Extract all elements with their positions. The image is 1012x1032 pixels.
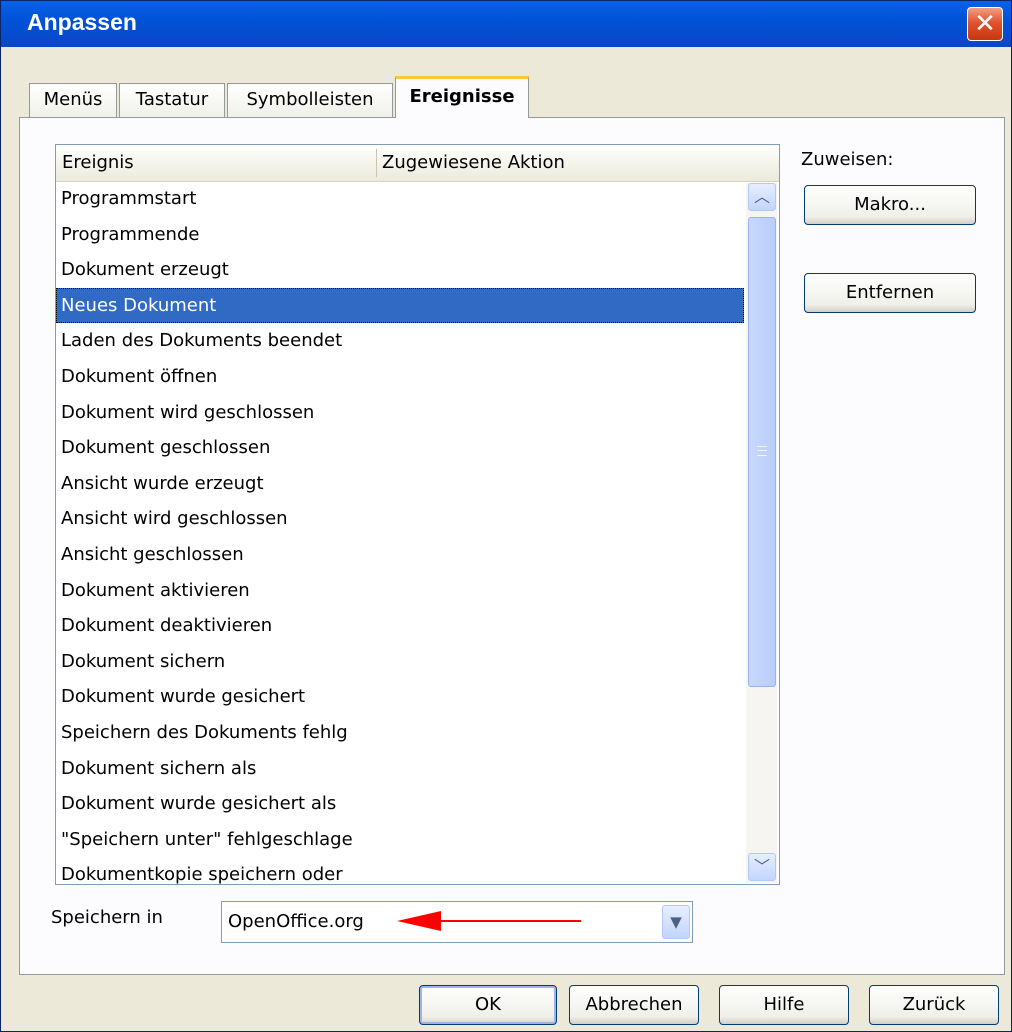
title-bar[interactable]: Anpassen ✕ (1, 1, 1011, 47)
help-button[interactable]: Hilfe (719, 985, 849, 1025)
list-item[interactable]: Dokument erzeugt (56, 252, 744, 288)
list-item[interactable]: Dokument wurde gesichert als (56, 786, 744, 822)
event-rows: Programmstart Programmende Dokument erze… (56, 181, 744, 884)
grip-icon (757, 446, 767, 456)
list-item[interactable]: Speichern des Dokuments fehlg (56, 715, 744, 751)
customize-dialog: Anpassen ✕ Menüs Tastatur Symbolleisten … (0, 0, 1012, 1032)
tab-toolbars[interactable]: Symbolleisten (227, 83, 393, 117)
ok-button[interactable]: OK (419, 985, 557, 1025)
list-item[interactable]: Dokument öffnen (56, 359, 744, 395)
assign-label: Zuweisen: (801, 149, 894, 170)
list-item[interactable]: Dokument sichern (56, 644, 744, 680)
list-item[interactable]: "Speichern unter" fehlgeschlage (56, 822, 744, 858)
list-item[interactable]: Dokument wurde gesichert (56, 679, 744, 715)
chevron-down-icon[interactable]: ▼ (662, 905, 690, 939)
close-icon: ✕ (974, 9, 996, 39)
list-item[interactable]: Dokument wird geschlossen (56, 395, 744, 431)
column-divider (376, 149, 377, 177)
list-item[interactable]: Dokumentkopie speichern oder (56, 857, 744, 884)
list-item[interactable]: Ansicht wurde erzeugt (56, 466, 744, 502)
close-button[interactable]: ✕ (967, 7, 1003, 41)
tab-events[interactable]: Ereignisse (395, 76, 529, 118)
list-item[interactable]: Programmstart (56, 181, 744, 217)
column-header-assigned-action[interactable]: Zugewiesene Aktion (382, 145, 565, 181)
save-in-label: Speichern in (51, 907, 163, 928)
save-in-value: OpenOffice.org (228, 911, 364, 932)
list-item[interactable]: Dokument sichern als (56, 751, 744, 787)
chevron-up-icon: ︿ (753, 187, 770, 206)
list-item-selected[interactable]: Neues Dokument (56, 287, 744, 324)
list-item[interactable]: Ansicht geschlossen (56, 537, 744, 573)
chevron-down-icon: ﹀ (753, 857, 770, 876)
list-item[interactable]: Laden des Dokuments beendet (56, 323, 744, 359)
tab-keyboard[interactable]: Tastatur (119, 83, 225, 117)
list-item[interactable]: Dokument deaktivieren (56, 608, 744, 644)
reset-button[interactable]: Zurück (869, 985, 999, 1025)
scroll-down-button[interactable]: ﹀ (748, 853, 776, 881)
remove-button[interactable]: Entfernen (804, 273, 976, 313)
window-title: Anpassen (27, 9, 137, 35)
column-header-event[interactable]: Ereignis (62, 145, 134, 181)
list-item[interactable]: Dokument geschlossen (56, 430, 744, 466)
scroll-thumb[interactable] (748, 217, 776, 687)
macro-button[interactable]: Makro... (804, 185, 976, 225)
list-item[interactable]: Dokument aktivieren (56, 573, 744, 609)
list-item[interactable]: Programmende (56, 217, 744, 253)
cancel-button[interactable]: Abbrechen (569, 985, 699, 1025)
annotation-arrow (397, 911, 581, 931)
vertical-scrollbar[interactable]: ︿ ﹀ (746, 183, 777, 883)
tab-menus[interactable]: Menüs (29, 83, 117, 117)
list-header: Ereignis Zugewiesene Aktion (56, 145, 779, 182)
scroll-up-button[interactable]: ︿ (748, 183, 776, 211)
list-item[interactable]: Ansicht wird geschlossen (56, 501, 744, 537)
events-list[interactable]: Ereignis Zugewiesene Aktion Programmstar… (55, 144, 780, 885)
